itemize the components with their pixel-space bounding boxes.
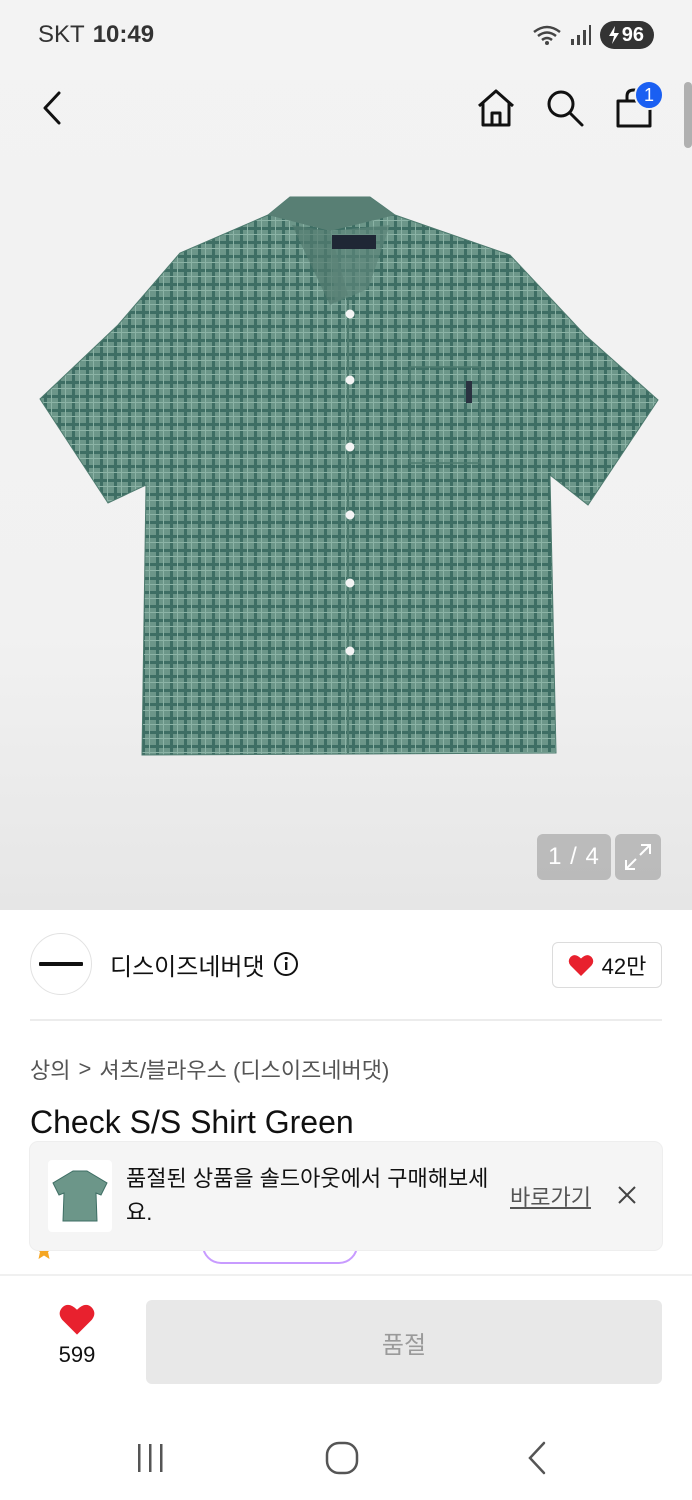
home-circle-icon xyxy=(325,1441,359,1475)
wish-count: 599 xyxy=(58,1342,96,1367)
product-title: Check S/S Shirt Green xyxy=(30,1104,354,1140)
battery-charging-icon xyxy=(608,26,619,44)
info-icon[interactable] xyxy=(273,951,299,977)
breadcrumb-category[interactable]: 상의 xyxy=(30,1053,70,1085)
signal-icon xyxy=(570,25,591,45)
soldout-toast: 품절된 상품을 솔드아웃에서 구매해보세요. 바로가기 xyxy=(30,1142,662,1250)
wifi-icon xyxy=(532,25,561,45)
brand-row: 디스이즈네버댓 42만 xyxy=(30,932,662,996)
product-image[interactable] xyxy=(30,185,670,785)
toast-product-thumbnail xyxy=(48,1160,112,1232)
expand-icon xyxy=(625,844,651,870)
brand-logo-wordmark xyxy=(39,962,83,966)
back-button[interactable] xyxy=(26,80,82,136)
image-counter: 1 / 4 xyxy=(537,834,611,880)
breadcrumb-separator: > xyxy=(78,1056,92,1081)
brand-logo[interactable] xyxy=(30,933,92,995)
recent-apps-button[interactable] xyxy=(130,1438,170,1478)
expand-image-button[interactable] xyxy=(615,834,661,880)
android-navigation-bar xyxy=(0,1416,692,1500)
section-divider xyxy=(30,1019,662,1021)
brand-name[interactable]: 디스이즈네버댓 xyxy=(110,947,265,982)
battery-indicator: 96 xyxy=(599,21,654,49)
wish-button[interactable]: 599 xyxy=(36,1302,118,1382)
heart-icon xyxy=(59,1304,95,1335)
breadcrumb: 상의 > 셔츠/블라우스 (디스이즈네버댓) xyxy=(30,1053,389,1085)
brand-like-button[interactable]: 42만 xyxy=(552,942,662,988)
back-chevron-icon xyxy=(528,1441,546,1475)
home-button[interactable] xyxy=(468,80,524,136)
status-bar: SKT 10:49 96 xyxy=(0,0,692,70)
cart-button[interactable]: 1 xyxy=(606,80,664,136)
cart-count-badge: 1 xyxy=(634,80,664,110)
back-system-button[interactable] xyxy=(518,1438,558,1478)
back-arrow-icon xyxy=(43,91,61,125)
recent-apps-icon xyxy=(138,1444,163,1472)
toast-go-link[interactable]: 바로가기 xyxy=(510,1180,591,1212)
brand-like-count: 42만 xyxy=(601,954,647,979)
search-icon xyxy=(547,90,584,127)
home-icon xyxy=(478,89,514,127)
scrollbar-thumb[interactable] xyxy=(684,82,692,148)
heart-icon xyxy=(568,955,593,976)
close-icon xyxy=(618,1186,636,1204)
clock: 10:49 xyxy=(92,21,155,48)
search-button[interactable] xyxy=(537,80,593,136)
battery-level: 96 xyxy=(621,23,644,46)
top-navigation: 1 xyxy=(0,70,692,150)
carrier-label: SKT xyxy=(38,21,85,48)
purchase-bar: 599 품절 xyxy=(0,1276,692,1416)
toast-close-button[interactable] xyxy=(612,1180,642,1210)
toast-message: 품절된 상품을 솔드아웃에서 구매해보세요. xyxy=(126,1166,489,1225)
soldout-button[interactable]: 품절 xyxy=(146,1300,662,1384)
home-system-button[interactable] xyxy=(322,1438,362,1478)
breadcrumb-subcategory[interactable]: 셔츠/블라우스 (디스이즈네버댓) xyxy=(99,1053,389,1085)
